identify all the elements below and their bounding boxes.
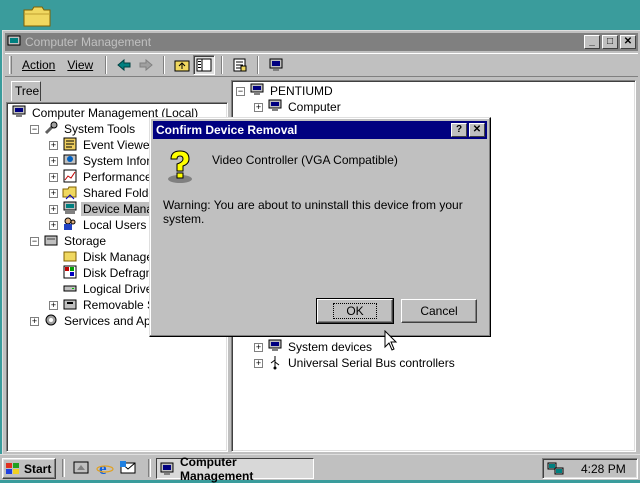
expand-toggle-icon[interactable]: + (49, 140, 58, 150)
taskbar: Start e Computer Management 4:28 PM (0, 454, 640, 483)
scan-hardware-icon[interactable] (265, 55, 287, 75)
cancel-label: Cancel (420, 304, 458, 318)
toolbar-separator (163, 56, 166, 74)
usb-icon (267, 354, 286, 373)
expand-toggle-icon[interactable]: + (49, 172, 58, 182)
toolbar-grip[interactable] (9, 56, 12, 74)
taskbar-divider (62, 459, 65, 477)
question-icon (168, 150, 192, 183)
outlook-icon[interactable] (119, 459, 137, 477)
forward-arrow-icon[interactable] (135, 55, 157, 75)
removable-icon (62, 296, 81, 315)
device-tree-label: Universal Serial Bus controllers (288, 356, 455, 370)
toolbar-separator (257, 56, 260, 74)
device-tree-label: Computer (288, 100, 341, 114)
internet-explorer-icon[interactable]: e (96, 459, 114, 477)
computer-icon (11, 104, 30, 123)
expand-toggle-icon[interactable]: + (254, 358, 263, 368)
expand-toggle-icon[interactable]: − (30, 124, 39, 134)
confirm-device-removal-dialog: Confirm Device Removal ? ✕ Video Control… (149, 117, 491, 337)
task-label: Computer Management (179, 454, 254, 483)
system-tray: 4:28 PM (542, 458, 638, 479)
properties-icon[interactable] (229, 55, 251, 75)
maximize-button[interactable]: □ (602, 35, 618, 49)
dialog-title-bar[interactable]: Confirm Device Removal ? ✕ (153, 121, 487, 139)
expand-toggle-icon[interactable]: + (30, 316, 39, 326)
clock[interactable]: 4:28 PM (581, 462, 626, 476)
taskbar-divider (148, 459, 151, 477)
minimize-button[interactable]: _ (584, 35, 600, 49)
back-arrow-icon[interactable] (113, 55, 135, 75)
svg-text:e: e (99, 459, 107, 477)
expand-toggle-icon[interactable]: − (30, 236, 39, 246)
expand-toggle-icon[interactable]: + (49, 188, 58, 198)
dialog-close-button[interactable]: ✕ (469, 123, 485, 137)
tree-item[interactable]: − System Tools (30, 121, 137, 137)
expand-toggle-icon[interactable]: + (49, 156, 58, 166)
tree-item-label: System Tools (64, 122, 136, 136)
expand-toggle-icon[interactable]: + (49, 204, 58, 214)
close-button[interactable]: ✕ (620, 35, 636, 49)
expand-toggle-icon[interactable]: + (254, 342, 263, 352)
action-menu[interactable]: Action (16, 56, 61, 74)
cancel-button[interactable]: Cancel (401, 299, 477, 323)
toolbar-separator (221, 56, 224, 74)
device-name: Video Controller (VGA Compatible) (212, 153, 398, 167)
title-bar[interactable]: Computer Management _ □ ✕ (5, 33, 638, 51)
window-title: Computer Management (25, 35, 152, 49)
device-tree-label: System devices (288, 340, 373, 354)
computer-icon (267, 98, 286, 117)
folder-icon[interactable] (22, 4, 52, 28)
help-button[interactable]: ? (451, 123, 467, 137)
expand-toggle-icon[interactable]: − (236, 86, 245, 96)
tree-item-label: Storage (64, 234, 107, 248)
services-icon (43, 312, 62, 331)
show-desktop-icon[interactable] (72, 459, 90, 477)
storage-icon (43, 232, 62, 251)
warning-message: Warning: You are about to uninstall this… (163, 198, 463, 226)
ok-button[interactable]: OK (316, 298, 394, 324)
tab-row: Tree (5, 79, 231, 101)
mouse-cursor-icon (384, 330, 398, 351)
taskbar-item-computer-management[interactable]: Computer Management (156, 455, 314, 483)
up-folder-icon[interactable] (171, 55, 193, 75)
network-icon[interactable] (547, 461, 565, 477)
dialog-title: Confirm Device Removal (156, 123, 298, 137)
expand-toggle-icon[interactable]: + (49, 300, 58, 310)
ok-label: OK (333, 303, 377, 319)
view-menu[interactable]: View (61, 56, 99, 74)
computer-icon (249, 82, 268, 101)
expand-toggle-icon[interactable]: + (254, 102, 263, 112)
expand-toggle-icon[interactable]: + (49, 220, 58, 230)
tools-icon (43, 120, 62, 139)
tab-tree[interactable]: Tree (11, 81, 41, 101)
device-tree-item[interactable]: + Universal Serial Bus controllers (254, 355, 457, 371)
toolbar: Action View (5, 53, 638, 77)
tree-item-label: Event Viewer (83, 138, 154, 152)
start-button[interactable]: Start (2, 458, 56, 479)
toolbar-separator (105, 56, 108, 74)
windows-logo-icon (6, 462, 19, 474)
show-hide-tree-icon[interactable] (193, 55, 216, 75)
start-label: Start (24, 461, 52, 476)
device-tree-label: PENTIUMD (270, 84, 333, 98)
computer-management-icon (7, 35, 21, 48)
users-icon (62, 216, 81, 235)
computer-management-icon (160, 462, 174, 475)
device-tree-item[interactable]: + Computer (254, 99, 343, 115)
